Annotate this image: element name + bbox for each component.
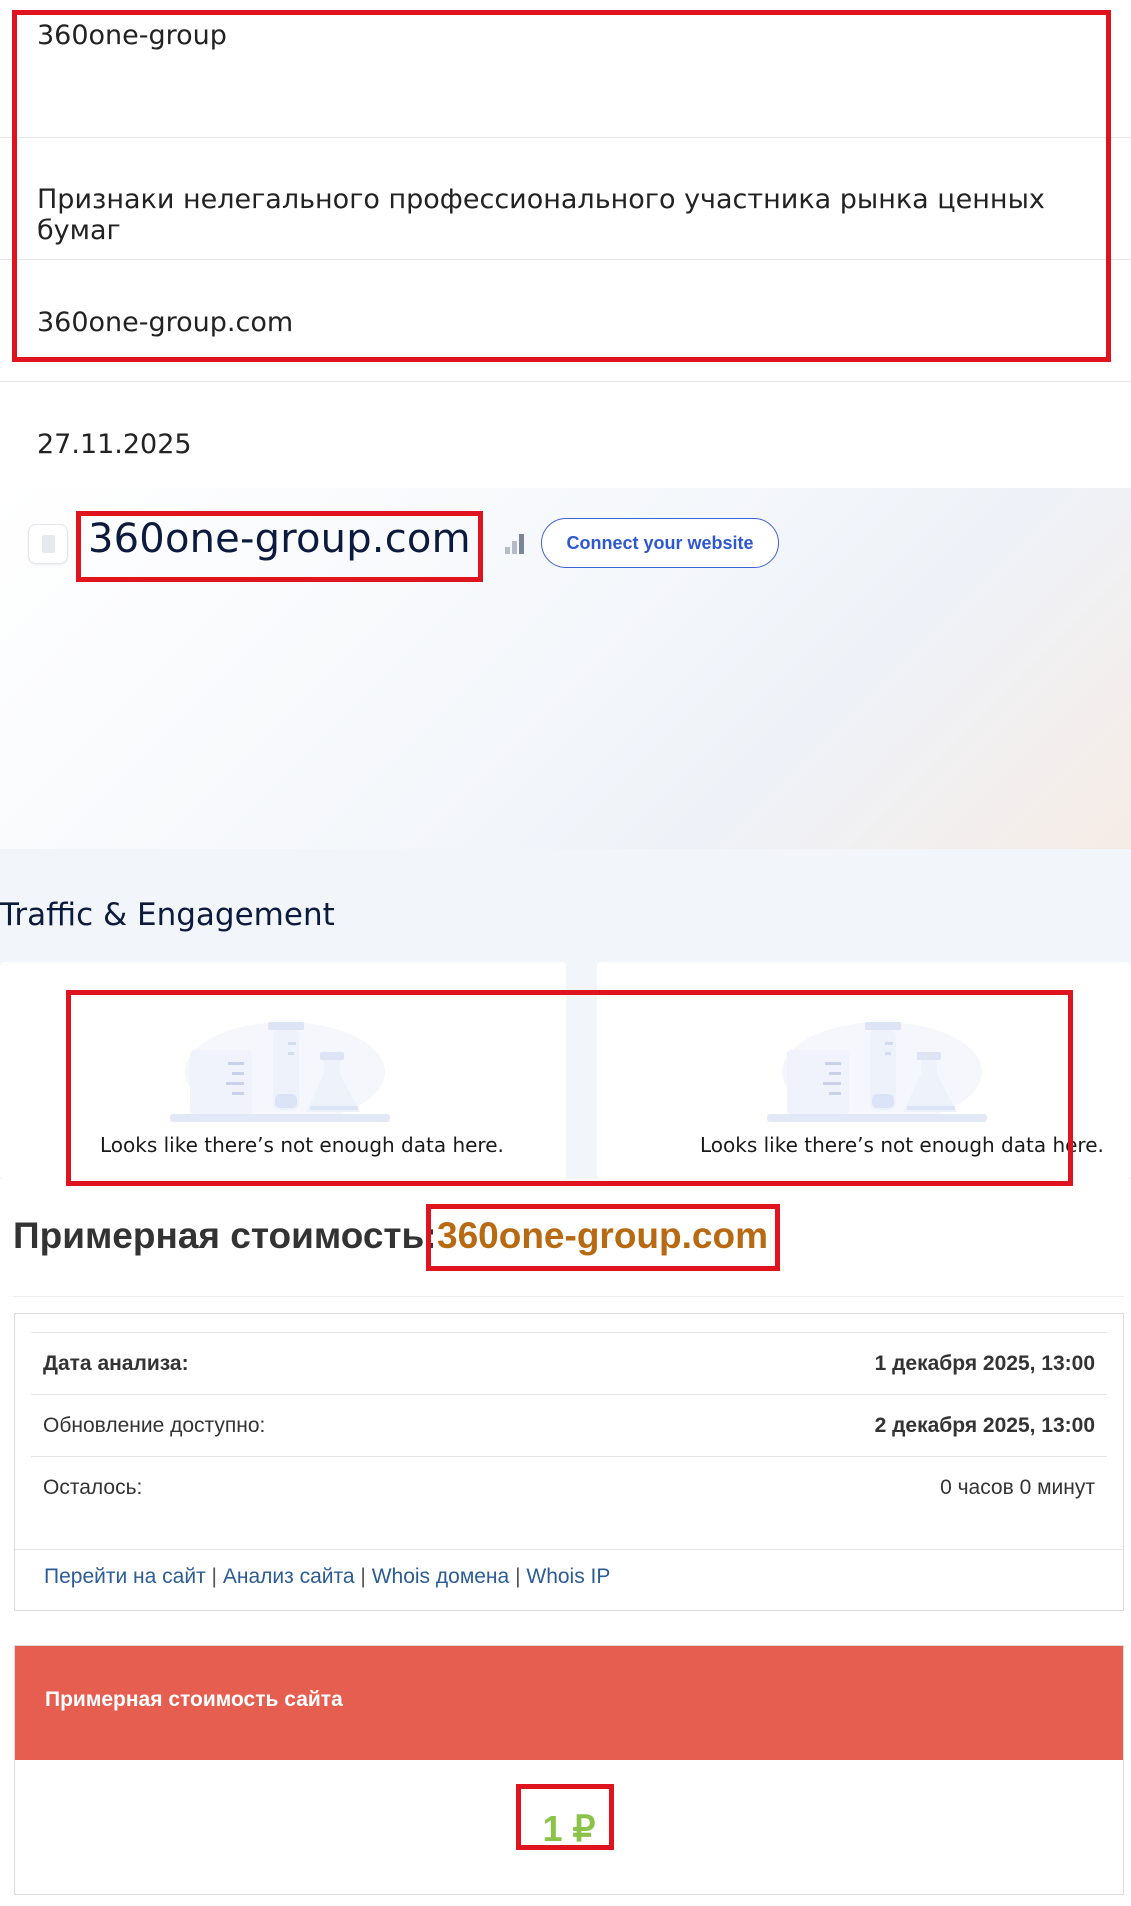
info-row: Дата анализа: 1 декабря 2025, 13:00 (31, 1332, 1107, 1394)
info-row: Обновление доступно: 2 декабря 2025, 13:… (31, 1394, 1107, 1456)
link-separator: | (360, 1565, 366, 1588)
info-value: 1 декабря 2025, 13:00 (874, 1352, 1095, 1375)
highlight-box (66, 990, 1073, 1186)
favicon-icon (28, 524, 68, 564)
divider (15, 1549, 1123, 1550)
value-card-title: Примерная стоимость сайта (45, 1688, 343, 1711)
domain-whois-link[interactable]: Whois домена (372, 1565, 510, 1588)
goto-site-link[interactable]: Перейти на сайт (44, 1565, 206, 1588)
link-separator: | (515, 1565, 521, 1588)
value-card-header: Примерная стоимость сайта (15, 1646, 1123, 1760)
site-value-card: Примерная стоимость сайта 1 ₽ (14, 1645, 1124, 1895)
divider (13, 1296, 1124, 1297)
info-row: Осталось: 0 часов 0 минут (31, 1456, 1107, 1518)
rank-bars-icon (503, 530, 527, 554)
divider (0, 381, 1131, 382)
highlight-box (76, 511, 483, 582)
highlight-box (426, 1204, 780, 1271)
highlight-box (516, 1784, 614, 1850)
info-label: Обновление доступно: (43, 1414, 266, 1437)
info-value: 2 декабря 2025, 13:00 (874, 1414, 1095, 1437)
info-label: Осталось: (43, 1476, 143, 1499)
info-value: 0 часов 0 минут (940, 1476, 1095, 1499)
highlight-box (12, 10, 1111, 362)
link-separator: | (211, 1565, 217, 1588)
connect-website-button[interactable]: Connect your website (541, 518, 779, 568)
cost-heading: Примерная стоимость: (13, 1215, 437, 1256)
site-links: Перейти на сайт | Анализ сайта | Whois д… (44, 1565, 610, 1589)
entry-date: 27.11.2025 (37, 429, 192, 460)
site-analysis-link[interactable]: Анализ сайта (223, 1565, 355, 1588)
ip-whois-link[interactable]: Whois IP (526, 1565, 610, 1588)
info-label: Дата анализа: (43, 1352, 189, 1375)
section-title: Traffic & Engagement (0, 897, 335, 933)
